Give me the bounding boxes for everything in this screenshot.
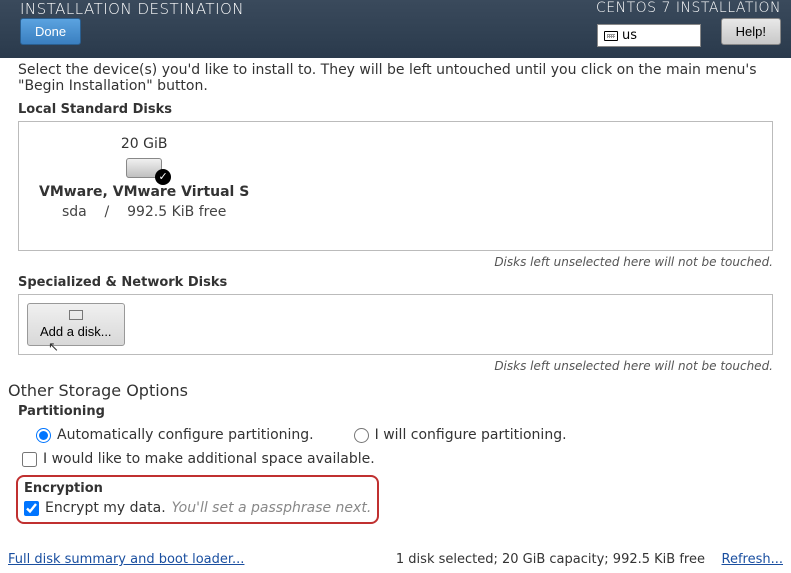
- local-disks-hint: Disks left unselected here will not be t…: [18, 255, 773, 269]
- footer-right: 1 disk selected; 20 GiB capacity; 992.5 …: [396, 552, 783, 567]
- partitioning-auto-radio[interactable]: [36, 428, 51, 443]
- partitioning-manual-option[interactable]: I will configure partitioning.: [354, 427, 567, 443]
- disk-meta: sda / 992.5 KiB free: [39, 204, 249, 220]
- disk-name: VMware, VMware Virtual S: [39, 184, 249, 200]
- content-area: Select the device(s) you'd like to insta…: [0, 58, 791, 545]
- disk-sep: /: [105, 204, 110, 220]
- network-disks-hint: Disks left unselected here will not be t…: [18, 359, 773, 373]
- keyboard-layout-label: us: [622, 28, 637, 43]
- disk-size: 20 GiB: [39, 136, 249, 152]
- disk-item[interactable]: 20 GiB ✓ VMware, VMware Virtual S sda / …: [29, 132, 259, 224]
- partitioning-auto-label: Automatically configure partitioning.: [57, 427, 314, 443]
- local-disks-panel: 20 GiB ✓ VMware, VMware Virtual S sda / …: [18, 121, 773, 251]
- check-icon: ✓: [155, 169, 171, 185]
- network-disks-label: Specialized & Network Disks: [18, 275, 773, 290]
- footer-bar: Full disk summary and boot loader... 1 d…: [0, 545, 791, 573]
- intro-text: Select the device(s) you'd like to insta…: [18, 62, 773, 94]
- installer-title: CENTOS 7 INSTALLATION: [596, 0, 781, 16]
- partitioning-manual-label: I will configure partitioning.: [375, 427, 567, 443]
- encrypt-data-hint: You'll set a passphrase next.: [172, 500, 372, 516]
- encryption-heading: Encryption: [24, 481, 371, 496]
- disk-dev: sda: [62, 204, 87, 220]
- page-title: INSTALLATION DESTINATION: [20, 0, 244, 18]
- keyboard-layout-selector[interactable]: us: [597, 24, 701, 47]
- reclaim-space-label: I would like to make additional space av…: [43, 451, 375, 467]
- full-disk-summary-link[interactable]: Full disk summary and boot loader...: [8, 552, 244, 567]
- reclaim-space-option[interactable]: I would like to make additional space av…: [22, 451, 769, 467]
- partitioning-manual-radio[interactable]: [354, 428, 369, 443]
- help-button[interactable]: Help!: [721, 18, 781, 45]
- encrypt-data-option[interactable]: Encrypt my data. You'll set a passphrase…: [24, 500, 371, 516]
- top-bar: INSTALLATION DESTINATION CENTOS 7 INSTAL…: [0, 0, 791, 58]
- reclaim-space-checkbox[interactable]: [22, 452, 37, 467]
- network-disks-panel: Add a disk...: [18, 294, 773, 355]
- refresh-link[interactable]: Refresh...: [722, 552, 784, 567]
- encrypt-data-label: Encrypt my data.: [45, 500, 166, 516]
- harddisk-icon: ✓: [126, 158, 162, 178]
- encryption-section-highlight: Encryption Encrypt my data. You'll set a…: [16, 475, 379, 524]
- disk-free: 992.5 KiB free: [127, 204, 226, 220]
- other-storage-heading: Other Storage Options: [8, 381, 783, 400]
- keyboard-icon: [604, 31, 618, 41]
- local-disks-label: Local Standard Disks: [18, 102, 773, 117]
- partitioning-radio-group: Automatically configure partitioning. I …: [22, 423, 769, 447]
- encrypt-data-checkbox[interactable]: [24, 501, 39, 516]
- add-disk-label: Add a disk...: [40, 324, 112, 339]
- partitioning-heading: Partitioning: [18, 404, 773, 419]
- done-button[interactable]: Done: [20, 18, 81, 45]
- add-disk-icon: [69, 310, 83, 320]
- disk-selection-status: 1 disk selected; 20 GiB capacity; 992.5 …: [396, 552, 705, 567]
- add-disk-button[interactable]: Add a disk...: [27, 303, 125, 346]
- partitioning-auto-option[interactable]: Automatically configure partitioning.: [36, 427, 314, 443]
